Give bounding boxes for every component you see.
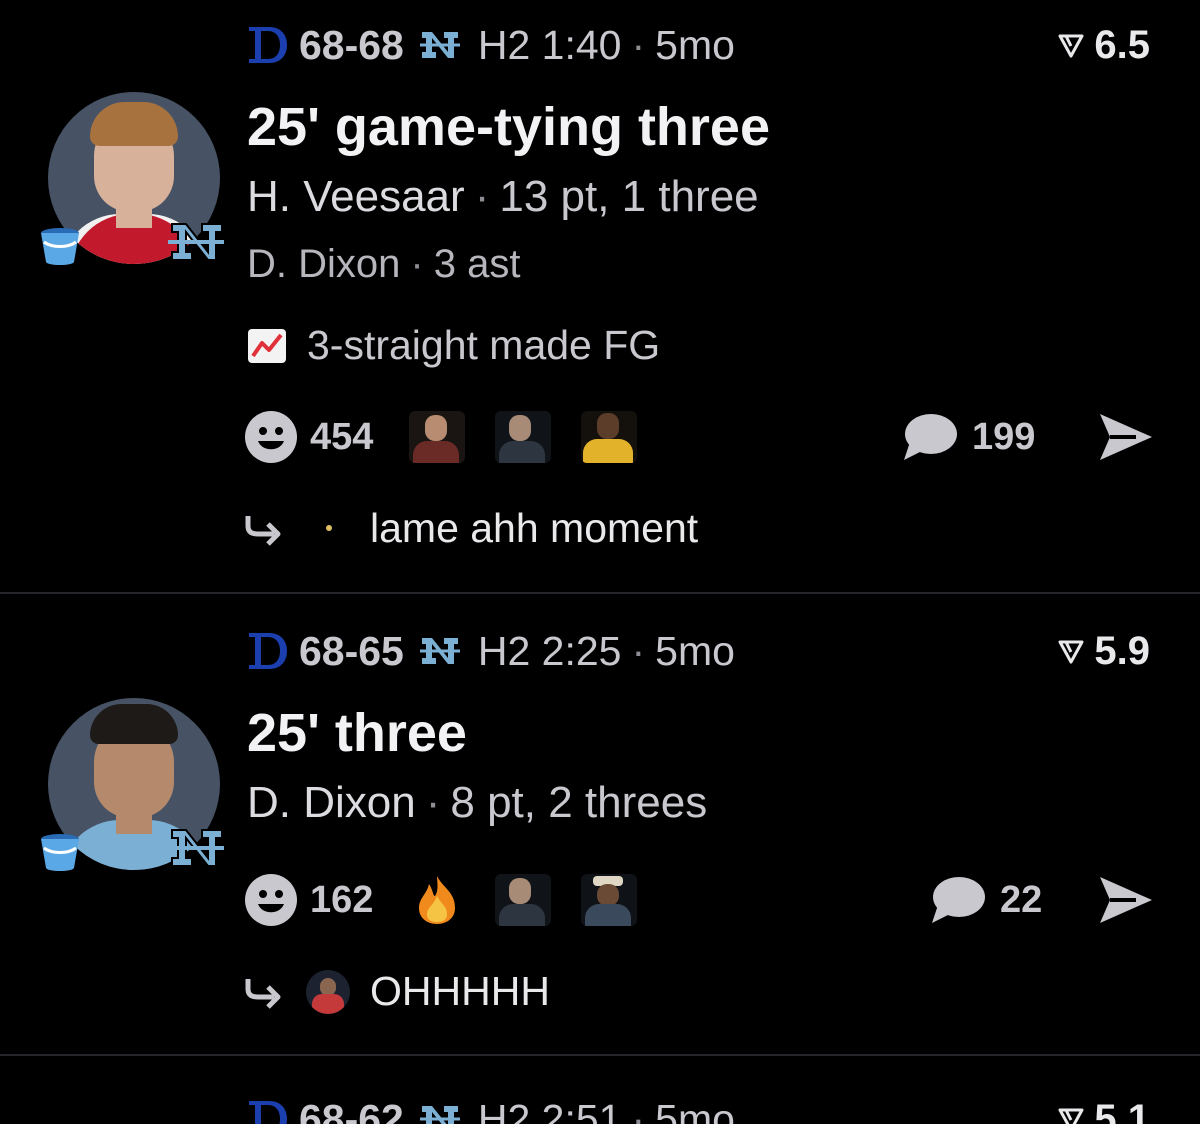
speech-bubble-icon bbox=[904, 414, 957, 460]
win-probability: 5.1 bbox=[1058, 1096, 1150, 1124]
duke-logo-icon bbox=[249, 633, 287, 669]
comment-count: 22 bbox=[1000, 878, 1043, 921]
play-card[interactable]: 68-65 H2 2:25 · 5mo 5.9 25' three D. Dix… bbox=[0, 594, 1200, 1054]
reply-text: OHHHHH bbox=[370, 968, 550, 1014]
comments-button[interactable]: 22 bbox=[930, 875, 1042, 925]
player-avatar[interactable] bbox=[38, 698, 228, 888]
play-meta: 68-62 H2 2:51 · 5mo bbox=[247, 1096, 735, 1124]
reactor-avatar[interactable] bbox=[409, 411, 466, 463]
unc-logo-icon bbox=[419, 32, 460, 58]
play-card[interactable]: 68-68 H2 1:40 · 5mo 6.5 25' game-tying t… bbox=[0, 0, 1200, 592]
reply-arrow-icon bbox=[245, 515, 281, 546]
play-meta: 68-65 H2 2:25 · 5mo bbox=[247, 628, 735, 674]
shooter-stats: 13 pt, 1 three bbox=[499, 172, 759, 221]
reactor-avatar[interactable] bbox=[581, 874, 638, 926]
player-avatar[interactable] bbox=[38, 92, 228, 282]
score: 68-65 bbox=[299, 627, 404, 674]
reply-avatar bbox=[306, 969, 350, 1014]
shooter-line: H. Veesaar · 13 pt, 1 three bbox=[247, 172, 759, 221]
bucket-icon bbox=[41, 228, 79, 265]
top-reply[interactable]: lame ahh moment bbox=[244, 505, 698, 552]
play-title: 25' game-tying three bbox=[247, 97, 770, 157]
unc-logo-icon bbox=[419, 1106, 460, 1124]
shooter-name[interactable]: D. Dixon bbox=[247, 778, 416, 827]
send-arrow-icon[interactable] bbox=[1098, 875, 1154, 925]
speech-bubble-icon bbox=[932, 877, 985, 923]
win-probability: 6.5 bbox=[1058, 22, 1150, 68]
reactions-row: 162 bbox=[244, 873, 667, 927]
assister-stats: 3 ast bbox=[433, 242, 521, 286]
unc-logo-icon bbox=[419, 638, 460, 664]
time-ago: 5mo bbox=[655, 21, 735, 68]
time-ago: 5mo bbox=[655, 627, 735, 674]
shooter-stats: 8 pt, 2 threes bbox=[450, 778, 708, 827]
game-clock: H2 2:25 bbox=[477, 627, 622, 674]
game-clock: H2 1:40 bbox=[477, 21, 622, 68]
streak-note: 3-straight made FG bbox=[247, 322, 660, 369]
unc-badge-icon bbox=[168, 829, 224, 867]
comments-button[interactable]: 199 bbox=[902, 412, 1035, 462]
shooter-line: D. Dixon · 8 pt, 2 threes bbox=[247, 778, 708, 827]
fire-icon[interactable] bbox=[409, 874, 465, 926]
comment-count: 199 bbox=[972, 415, 1036, 458]
triangle-down-icon bbox=[1058, 1108, 1084, 1124]
shooter-name[interactable]: H. Veesaar bbox=[247, 172, 465, 221]
smiley-icon[interactable] bbox=[244, 873, 298, 927]
reply-avatar bbox=[306, 507, 350, 551]
time-ago: 5mo bbox=[655, 1095, 735, 1124]
reaction-count[interactable]: 162 bbox=[310, 879, 373, 922]
reactions-row: 454 bbox=[244, 410, 667, 464]
reactor-avatar[interactable] bbox=[495, 411, 552, 463]
chart-up-icon bbox=[248, 328, 286, 363]
duke-logo-icon bbox=[249, 27, 287, 63]
reactor-avatar[interactable] bbox=[495, 874, 552, 926]
smiley-icon[interactable] bbox=[244, 410, 298, 464]
send-arrow-icon[interactable] bbox=[1098, 412, 1154, 462]
score: 68-62 bbox=[299, 1095, 404, 1124]
assister-name[interactable]: D. Dixon bbox=[247, 242, 400, 286]
reactor-avatar[interactable] bbox=[581, 411, 638, 463]
reply-arrow-icon bbox=[245, 978, 281, 1009]
top-reply[interactable]: OHHHHH bbox=[244, 968, 550, 1015]
play-meta: 68-68 H2 1:40 · 5mo bbox=[247, 22, 735, 68]
assist-line: D. Dixon · 3 ast bbox=[247, 242, 521, 286]
reaction-count[interactable]: 454 bbox=[310, 416, 373, 459]
duke-logo-icon bbox=[249, 1101, 287, 1124]
reply-text: lame ahh moment bbox=[370, 505, 699, 551]
play-title: 25' three bbox=[247, 703, 467, 763]
game-clock: H2 2:51 bbox=[477, 1095, 622, 1124]
play-card[interactable]: 68-62 H2 2:51 · 5mo 5.1 bbox=[0, 1056, 1200, 1124]
unc-badge-icon bbox=[168, 223, 224, 261]
bucket-icon bbox=[41, 834, 79, 871]
triangle-down-icon bbox=[1058, 34, 1084, 58]
play-feed: 68-68 H2 1:40 · 5mo 6.5 25' game-tying t… bbox=[0, 0, 1200, 1124]
triangle-down-icon bbox=[1058, 640, 1084, 664]
win-probability: 5.9 bbox=[1058, 628, 1150, 674]
score: 68-68 bbox=[299, 21, 404, 68]
